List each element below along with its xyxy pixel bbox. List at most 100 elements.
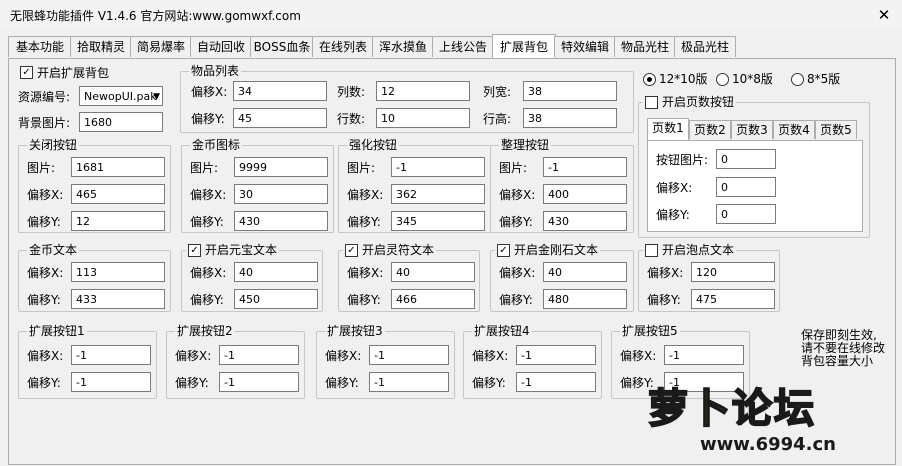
gold-text-y-input[interactable]: 433 [71,289,165,309]
close-btn-img-input[interactable]: 1681 [71,157,165,177]
layout-radio-8x5[interactable] [791,73,804,86]
enhance-btn-img-input[interactable]: -1 [391,157,485,177]
window-title: 无限蜂功能插件 V1.4.6 官方网站:www.gomwxf.com [10,9,301,23]
ext-btn4-y-input[interactable]: -1 [516,372,596,392]
subtab-page2[interactable]: 页数2 [689,120,731,139]
sort-btn-img-label: 图片: [499,161,528,175]
bg-input[interactable]: 1680 [79,112,163,132]
sort-btn-x-input[interactable]: 400 [543,184,627,204]
close-btn-title: 关闭按钮 [27,138,80,152]
save-note: 保存即刻生效, 请不要在线修改 背包容量大小 [801,329,885,368]
ext-btn4-group: 扩展按钮4 偏移X: -1 偏移Y: -1 [463,324,602,399]
tab-droprate[interactable]: 简易爆率 [130,36,192,57]
diamond-text-x-input[interactable]: 40 [543,262,627,282]
bubble-text-x-input[interactable]: 120 [691,262,775,282]
subtab-page4[interactable]: 页数4 [773,120,815,139]
item-list-offx-input[interactable]: 34 [233,81,327,101]
diamond-text-group: ✓ 开启金刚石文本 偏移X: 40 偏移Y: 480 [490,243,634,312]
close-btn-y-input[interactable]: 12 [71,211,165,231]
subtab-page1[interactable]: 页数1 [647,118,689,140]
page-btn-img-input[interactable]: 0 [716,149,776,169]
item-list-offy-input[interactable]: 45 [233,108,327,128]
bubble-text-y-input[interactable]: 475 [691,289,775,309]
lingfu-text-group: ✓ 开启灵符文本 偏移X: 40 偏移Y: 466 [338,243,480,312]
ext-btn3-x-input[interactable]: -1 [369,345,449,365]
page-btn-checkbox[interactable] [645,96,658,109]
sort-btn-title: 整理按钮 [499,138,552,152]
sort-btn-y-label: 偏移Y: [499,215,533,229]
gold-icon-y-input[interactable]: 430 [234,211,328,231]
gold-icon-img-input[interactable]: 9999 [234,157,328,177]
watermark-logo: 萝卜论坛 www.6994.cn [647,372,894,462]
tab-online-list[interactable]: 在线列表 [312,36,374,57]
yuanbao-text-x-input[interactable]: 40 [234,262,318,282]
tab-pickup[interactable]: 拾取精灵 [70,36,132,57]
ext-btn2-y-input[interactable]: -1 [219,372,299,392]
ext-btn1-x-input[interactable]: -1 [71,345,151,365]
item-list-rowh-input[interactable]: 38 [523,108,617,128]
diamond-text-y-input[interactable]: 480 [543,289,627,309]
open-bag-checkbox[interactable]: ✓ [20,66,33,79]
enhance-btn-y-input[interactable]: 345 [391,211,485,231]
yuanbao-text-checkbox[interactable]: ✓ [188,244,201,257]
ext-btn4-title: 扩展按钮4 [472,324,532,338]
tab-boss-bar[interactable]: BOSS血条 [250,36,314,57]
close-btn-x-input[interactable]: 465 [71,184,165,204]
resource-select[interactable]: NewopUI.pak ▼ [79,86,163,106]
lingfu-text-checkbox[interactable]: ✓ [345,244,358,257]
bubble-text-x-label: 偏移X: [647,266,684,280]
item-list-cols-input[interactable]: 12 [376,81,470,101]
lingfu-text-y-input[interactable]: 466 [391,289,475,309]
diamond-text-checkbox[interactable]: ✓ [497,244,510,257]
tab-login-notice[interactable]: 上线公告 [432,36,494,57]
ext-btn2-title: 扩展按钮2 [175,324,235,338]
ext-btn3-y-input[interactable]: -1 [369,372,449,392]
page-subtab-panel: 按钮图片: 0 偏移X: 0 偏移Y: 0 [647,140,863,232]
watermark-url: www.6994.cn [700,434,836,455]
tab-basic[interactable]: 基本功能 [8,36,72,57]
yuanbao-text-group: ✓ 开启元宝文本 偏移X: 40 偏移Y: 450 [181,243,323,312]
gold-icon-x-input[interactable]: 30 [234,184,328,204]
ext-btn1-y-input[interactable]: -1 [71,372,151,392]
enhance-btn-y-label: 偏移Y: [347,215,381,229]
ext-btn4-x-input[interactable]: -1 [516,345,596,365]
tab-item-beam[interactable]: 物品光柱 [614,36,676,57]
ext-btn5-x-input[interactable]: -1 [664,345,744,365]
sort-btn-y-input[interactable]: 430 [543,211,627,231]
subtab-page3[interactable]: 页数3 [731,120,773,139]
layout-radio-10x8[interactable] [716,73,729,86]
ext-btn4-y-label: 偏移Y: [472,376,506,390]
tab-ext-bag[interactable]: 扩展背包 [492,34,556,58]
lingfu-text-x-label: 偏移X: [347,266,384,280]
page-btn-y-input[interactable]: 0 [716,204,776,224]
ext-btn2-x-input[interactable]: -1 [219,345,299,365]
layout-label-10x8: 10*8版 [732,72,773,86]
item-list-colw-input[interactable]: 38 [523,81,617,101]
gold-icon-img-label: 图片: [190,161,219,175]
tab-recycle[interactable]: 自动回收 [190,36,252,57]
tab-rare-beam[interactable]: 极品光柱 [674,36,736,57]
lingfu-text-title: 开启灵符文本 [362,243,435,257]
subtab-page5[interactable]: 页数5 [815,120,857,139]
item-list-rows-input[interactable]: 10 [376,108,470,128]
bubble-text-checkbox[interactable] [645,244,658,257]
enhance-btn-group: 强化按钮 图片: -1 偏移X: 362 偏移Y: 345 [338,138,491,233]
layout-radio-12x10[interactable] [643,73,656,86]
page-btn-img-label: 按钮图片: [656,153,709,167]
enhance-btn-x-input[interactable]: 362 [391,184,485,204]
yuanbao-text-y-input[interactable]: 450 [234,289,318,309]
item-list-rowh-label: 行高: [483,112,512,126]
layout-label-8x5: 8*5版 [807,72,841,86]
lingfu-text-x-input[interactable]: 40 [391,262,475,282]
gold-text-x-input[interactable]: 113 [71,262,165,282]
ext-btn2-y-label: 偏移Y: [175,376,209,390]
page-btn-x-input[interactable]: 0 [716,177,776,197]
yuanbao-text-y-label: 偏移Y: [190,293,224,307]
close-button[interactable]: ✕ [872,6,896,24]
sort-btn-img-input[interactable]: -1 [543,157,627,177]
save-note-line3: 背包容量大小 [801,354,874,368]
ext-btn5-x-label: 偏移X: [620,349,657,363]
tab-effects[interactable]: 特效编辑 [554,36,616,57]
page-btn-group: 开启页数按钮 页数1 页数2 页数3 页数4 页数5 按钮图片: 0 偏移X: … [638,95,870,238]
tab-fishing[interactable]: 浑水摸鱼 [372,36,434,57]
